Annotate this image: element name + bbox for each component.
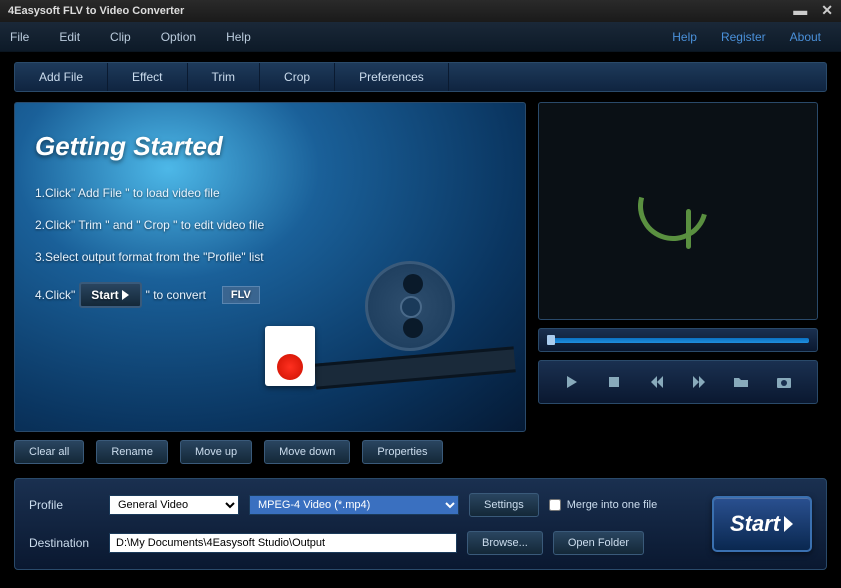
properties-button[interactable]: Properties xyxy=(362,440,442,464)
menu-file[interactable]: File xyxy=(10,30,29,44)
move-down-button[interactable]: Move down xyxy=(264,440,350,464)
browse-button[interactable]: Browse... xyxy=(467,531,543,555)
toolbar-trim[interactable]: Trim xyxy=(188,63,261,91)
app-title: 4Easysoft FLV to Video Converter xyxy=(8,5,184,17)
close-button[interactable]: ✕ xyxy=(821,3,833,17)
next-button[interactable] xyxy=(687,370,711,394)
open-file-button[interactable] xyxy=(729,370,753,394)
gs-step4-text-b: " to convert xyxy=(146,288,206,302)
seek-bar[interactable] xyxy=(538,328,818,352)
snapshot-button[interactable] xyxy=(772,370,796,394)
toolbar-preferences[interactable]: Preferences xyxy=(335,63,449,91)
profile-label: Profile xyxy=(29,498,99,512)
gs-step-2: 2.Click" Trim " and " Crop " to edit vid… xyxy=(35,218,505,232)
merge-checkbox-wrap[interactable]: Merge into one file xyxy=(549,499,658,511)
move-up-button[interactable]: Move up xyxy=(180,440,252,464)
flv-badge: FLV xyxy=(222,286,260,304)
brand-logo-icon xyxy=(638,171,718,251)
preview-video-area xyxy=(538,102,818,320)
gs-step-1: 1.Click" Add File " to load video file xyxy=(35,186,505,200)
film-reel-graphic xyxy=(315,261,495,401)
profile-category-select[interactable]: General Video xyxy=(109,495,239,515)
gs-inline-start-button[interactable]: Start xyxy=(79,282,141,308)
settings-button[interactable]: Settings xyxy=(469,493,539,517)
stop-button[interactable] xyxy=(602,370,626,394)
open-folder-button[interactable]: Open Folder xyxy=(553,531,644,555)
gs-inline-start-label: Start xyxy=(91,288,118,302)
menu-help[interactable]: Help xyxy=(226,30,251,44)
gs-step4-text-a: 4.Click" xyxy=(35,288,75,302)
start-button-label: Start xyxy=(730,511,780,537)
destination-label: Destination xyxy=(29,536,99,550)
gs-title: Getting Started xyxy=(35,131,505,162)
link-register[interactable]: Register xyxy=(721,30,766,44)
toolbar: Add File Effect Trim Crop Preferences xyxy=(14,62,827,92)
toolbar-add-file[interactable]: Add File xyxy=(15,63,108,91)
link-about[interactable]: About xyxy=(790,30,821,44)
destination-input[interactable] xyxy=(109,533,457,553)
toolbar-crop[interactable]: Crop xyxy=(260,63,335,91)
minimize-button[interactable]: ▬ xyxy=(793,3,807,17)
menu-edit[interactable]: Edit xyxy=(59,30,80,44)
toolbar-effect[interactable]: Effect xyxy=(108,63,187,91)
merge-label: Merge into one file xyxy=(567,499,658,511)
link-help[interactable]: Help xyxy=(672,30,697,44)
play-button[interactable] xyxy=(560,370,584,394)
profile-format-select[interactable]: MPEG-4 Video (*.mp4) xyxy=(249,495,459,515)
rename-button[interactable]: Rename xyxy=(96,440,168,464)
merge-checkbox[interactable] xyxy=(549,499,561,511)
getting-started-panel: Getting Started 1.Click" Add File " to l… xyxy=(14,102,526,432)
bottom-panel: Profile General Video MPEG-4 Video (*.mp… xyxy=(14,478,827,570)
menu-option[interactable]: Option xyxy=(161,30,196,44)
start-button[interactable]: Start xyxy=(712,496,812,552)
flv-file-icon xyxy=(265,326,315,386)
clear-all-button[interactable]: Clear all xyxy=(14,440,84,464)
menu-clip[interactable]: Clip xyxy=(110,30,131,44)
prev-button[interactable] xyxy=(645,370,669,394)
